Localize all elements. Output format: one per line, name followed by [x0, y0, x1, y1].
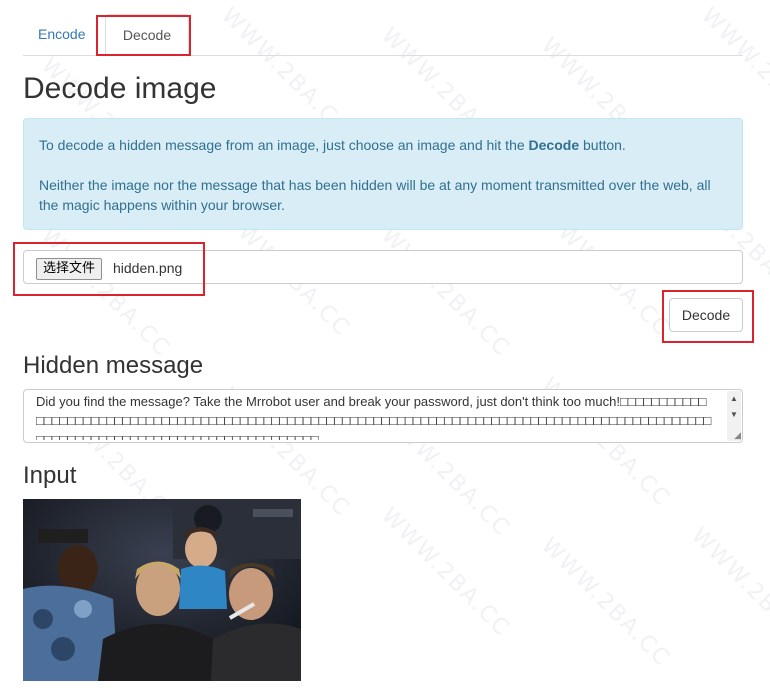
- watermark: WWW.2BA.CC: [376, 503, 515, 642]
- tab-encode[interactable]: Encode: [23, 14, 100, 54]
- watermark: WWW.2BA.CC: [376, 223, 515, 362]
- tab-decode[interactable]: Decode: [105, 14, 189, 56]
- file-input[interactable]: 选择文件 hidden.png: [23, 250, 743, 284]
- hidden-message-text: Did you find the message? Take the Mrrob…: [36, 394, 712, 440]
- watermark: WWW.2BA.CC: [686, 523, 770, 662]
- info-line-1: To decode a hidden message from an image…: [39, 137, 626, 153]
- input-heading: Input: [23, 462, 77, 489]
- scroll-up-icon[interactable]: ▲: [730, 395, 738, 403]
- file-name: hidden.png: [113, 260, 183, 276]
- page-title: Decode image: [23, 72, 217, 105]
- watermark: WWW.2BA.CC: [536, 533, 675, 672]
- input-photo-illustration: [23, 499, 301, 681]
- choose-file-button[interactable]: 选择文件: [36, 258, 103, 280]
- watermark: WWW.2BA.CC: [36, 223, 175, 362]
- scroll-down-icon[interactable]: ▼: [730, 411, 738, 419]
- input-image: [23, 499, 301, 681]
- hidden-message-textarea[interactable]: Did you find the message? Take the Mrrob…: [23, 389, 743, 443]
- info-line-2: Neither the image nor the message that h…: [39, 177, 711, 213]
- tab-bar: Encode Decode: [23, 14, 743, 56]
- info-alert: To decode a hidden message from an image…: [23, 118, 743, 230]
- info-decode-bold: Decode: [528, 137, 580, 153]
- decode-button[interactable]: Decode: [669, 298, 743, 332]
- hidden-message-heading: Hidden message: [23, 352, 204, 379]
- resize-grip-icon[interactable]: ◢: [734, 430, 741, 441]
